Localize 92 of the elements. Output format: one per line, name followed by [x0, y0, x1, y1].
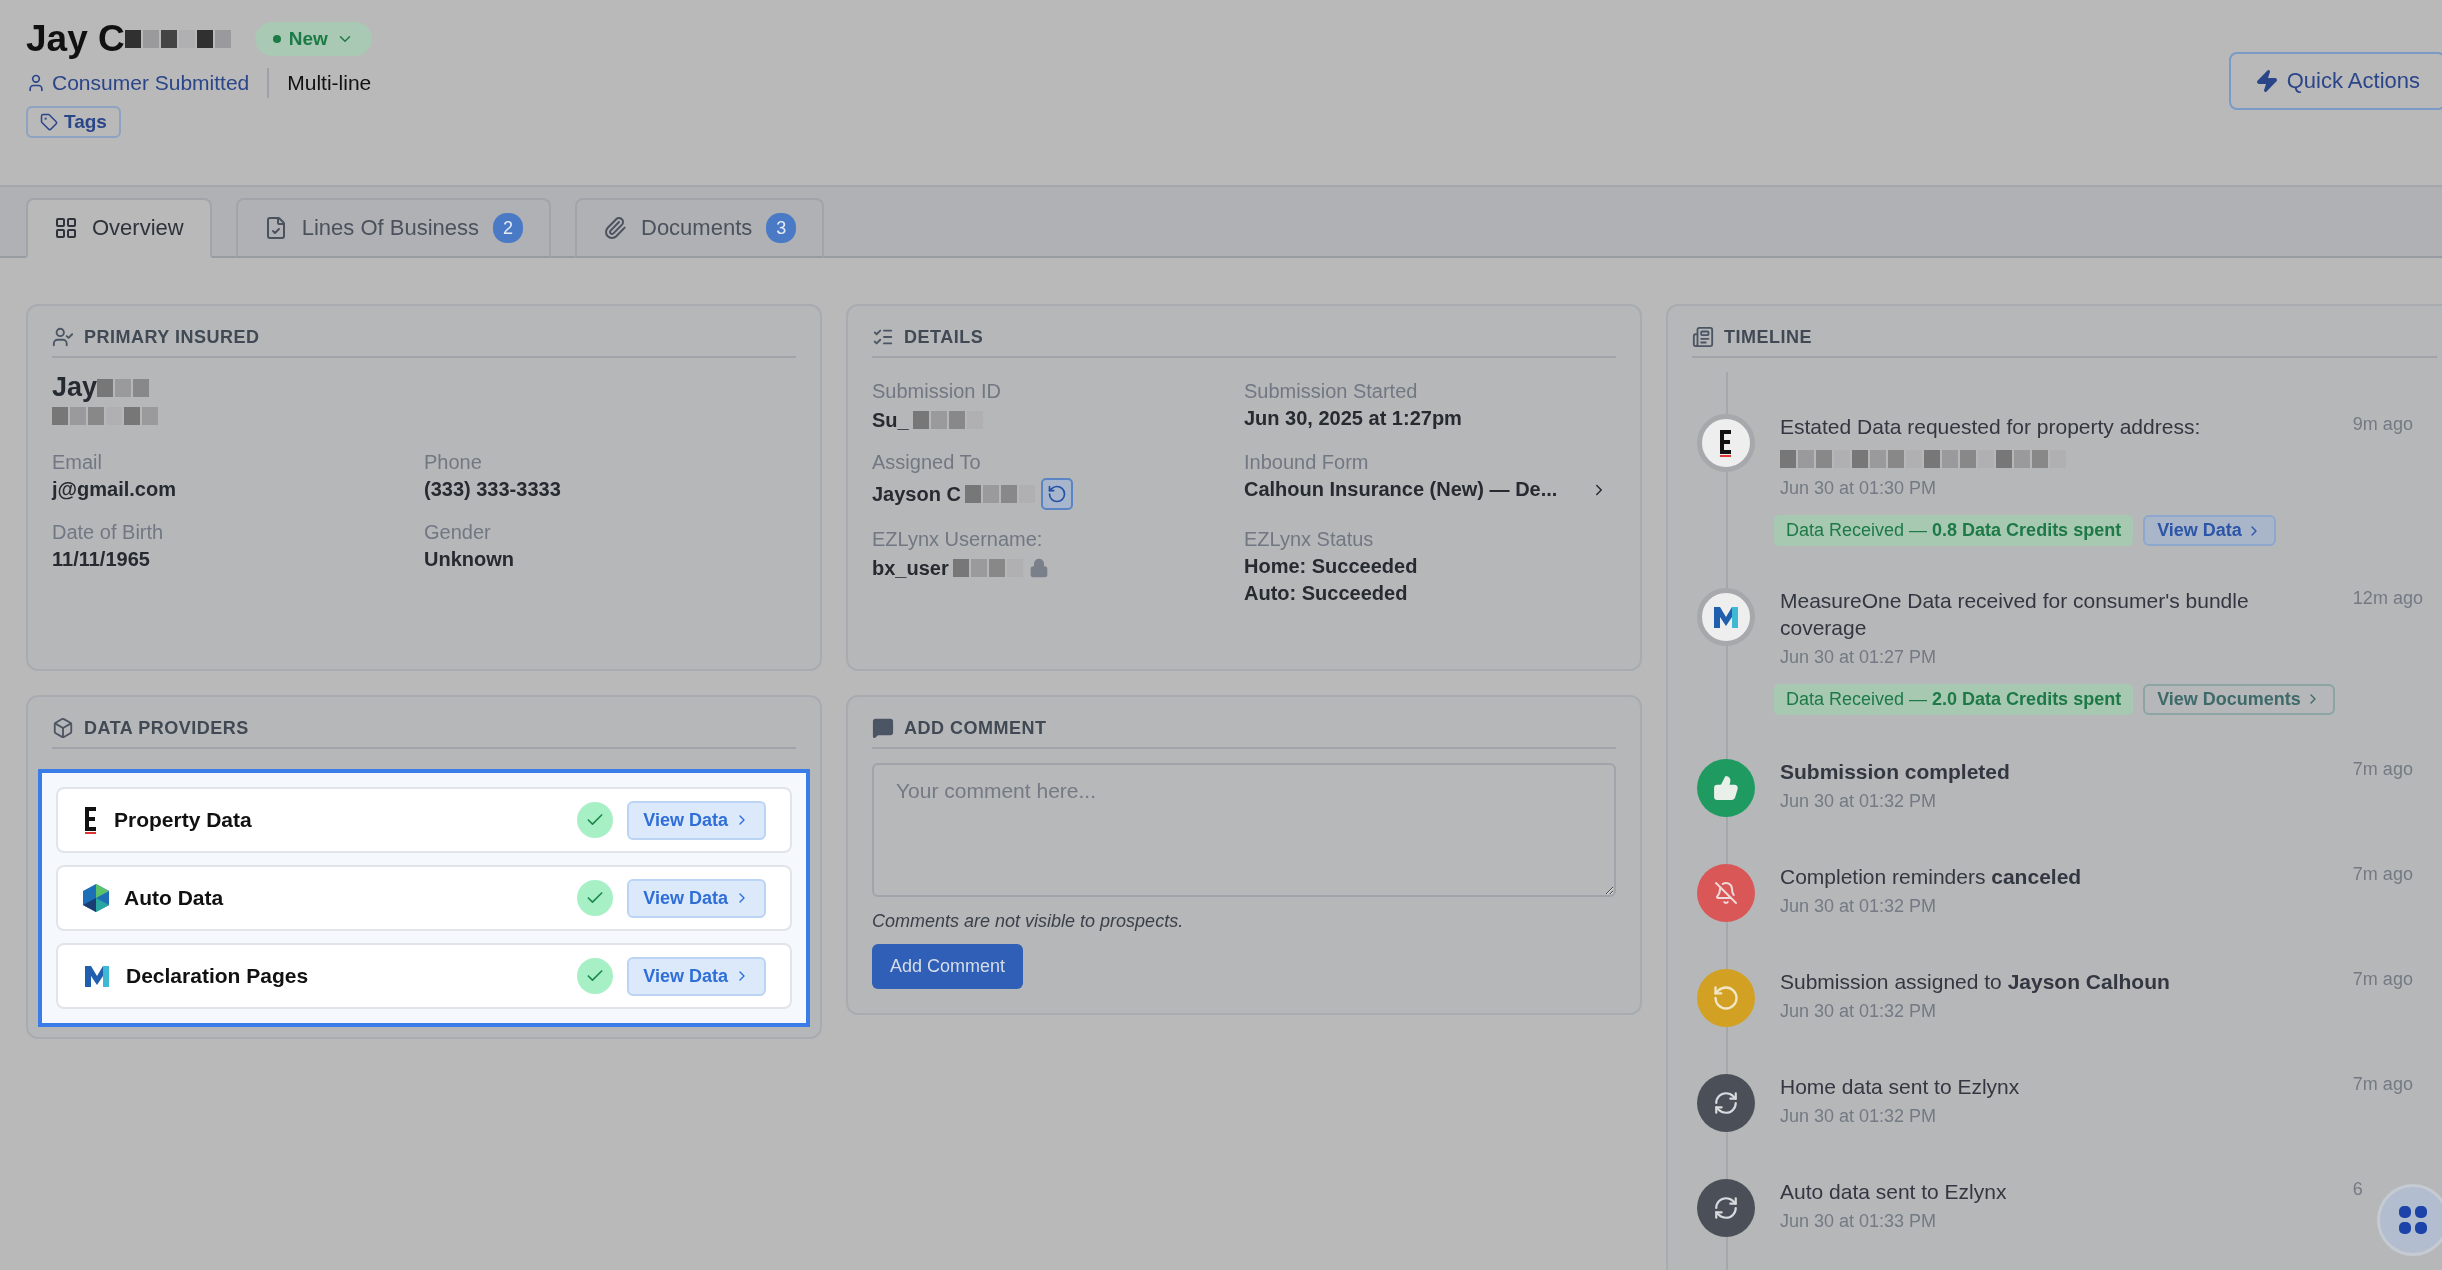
field-value: Jun 30, 2025 at 1:27pm	[1244, 407, 1462, 430]
event-time: 7m ago	[2352, 758, 2413, 779]
event-text: MeasureOne Data received for consumer's bundle coverage	[1780, 588, 2250, 641]
submission-name: Jay C	[26, 18, 125, 60]
field-value: Jayson C	[872, 482, 961, 506]
box-icon	[52, 717, 74, 739]
message-icon	[872, 717, 894, 739]
lock-icon	[1028, 558, 1049, 578]
count-badge: 2	[493, 213, 523, 243]
reassign-user-icon	[1697, 968, 1755, 1027]
status-dropdown[interactable]: New	[254, 22, 372, 56]
comment-note: Comments are not visible to prospects.	[872, 911, 1185, 932]
event-date: Jun 30 at 01:27 PM	[1780, 646, 1938, 668]
tab[interactable]: Overview	[26, 198, 212, 258]
event-date: Jun 30 at 01:32 PM	[1780, 1001, 1938, 1022]
lightning-icon	[2254, 69, 2279, 93]
newspaper-icon	[1692, 326, 1714, 348]
event-text: Home data sent to Ezlynx	[1780, 1073, 2021, 1100]
add-comment-button[interactable]: Add Comment	[872, 944, 1024, 989]
insured-name: Jay	[52, 372, 98, 403]
field-label: Date of Birth	[52, 521, 165, 544]
field-value: 11/11/1965	[52, 548, 151, 571]
field-label: Phone	[424, 451, 483, 474]
thumbs-up-icon	[1697, 758, 1755, 817]
tab[interactable]: Lines Of Business 2	[235, 198, 551, 258]
event-text: Estated Data requested for property address:	[1780, 414, 2202, 440]
card-title: DATA PROVIDERS	[84, 717, 249, 739]
event-text: Submission completed	[1780, 758, 2011, 785]
event-time: 7m ago	[2352, 863, 2413, 884]
tab[interactable]: Documents 3	[575, 198, 825, 258]
event-text: Submission assigned to Jayson Calhoun	[1780, 968, 2171, 995]
event-text: Completion reminders canceled	[1780, 863, 2083, 890]
view-data-button[interactable]: View Data	[627, 956, 766, 996]
event-date: Jun 30 at 01:30 PM	[1780, 478, 1938, 500]
provider-name: Auto Data	[124, 886, 225, 910]
inbound-form-link[interactable]: Calhoun Insurance (New) — De...	[1244, 478, 1616, 501]
field-label: Submission Started	[1244, 380, 1419, 403]
view-data-button[interactable]: View Data	[627, 878, 766, 918]
field-label: EZLynx Username:	[872, 528, 1044, 551]
view-data-button[interactable]: View Data	[2143, 515, 2276, 547]
field-value: Su_	[872, 408, 909, 432]
field-label: EZLynx Status	[1244, 528, 1375, 551]
tag-icon	[40, 113, 58, 131]
grid-icon	[2397, 1204, 2428, 1235]
card-title: PRIMARY INSURED	[84, 326, 260, 348]
event-time: 9m ago	[2352, 414, 2413, 434]
field-value: (333) 333-3333	[424, 478, 562, 501]
field-value: Auto: Succeeded	[1244, 582, 1408, 605]
provider-name: Declaration Pages	[126, 964, 310, 988]
card-title: DETAILS	[904, 326, 984, 348]
grid-icon	[54, 216, 78, 240]
field-label: Email	[52, 451, 103, 474]
refresh-icon	[1697, 1073, 1755, 1132]
source-link[interactable]: Consumer Submitted	[26, 71, 250, 95]
provider-name: Property Data	[114, 808, 253, 832]
event-time: 6	[2352, 1178, 2363, 1199]
field-label: Gender	[424, 521, 492, 544]
rotate-icon	[1046, 484, 1067, 504]
comment-field[interactable]: Your comment here...	[872, 763, 1616, 897]
status-dot	[272, 35, 281, 43]
event-time: 7m ago	[2352, 968, 2413, 989]
user-icon	[26, 73, 46, 93]
event-date: Jun 30 at 01:33 PM	[1780, 1211, 1938, 1232]
view-data-button[interactable]: View Data	[627, 800, 766, 840]
credits-badge: Data Received — 0.8 Data Credits spent	[1774, 515, 2134, 547]
field-value: bx_user	[872, 556, 949, 580]
reassign-button[interactable]	[1040, 478, 1073, 510]
event-date: Jun 30 at 01:32 PM	[1780, 896, 1938, 917]
hexagon-logo-icon	[82, 883, 110, 913]
view-documents-button[interactable]: View Documents	[2143, 683, 2335, 715]
field-value: j@gmail.com	[52, 478, 177, 501]
submission-type: Multi-line	[287, 71, 372, 95]
event-date: Jun 30 at 01:32 PM	[1780, 1106, 1938, 1127]
tags-button[interactable]: Tags	[26, 106, 121, 138]
event-time: 7m ago	[2352, 1073, 2413, 1094]
user-check-icon	[52, 326, 74, 348]
count-badge: 3	[766, 213, 797, 243]
field-label: Inbound Form	[1244, 451, 1370, 474]
refresh-icon	[1697, 1178, 1755, 1237]
event-text: Auto data sent to Ezlynx	[1780, 1178, 2008, 1205]
field-label: Assigned To	[872, 451, 982, 474]
field-value: Unknown	[424, 548, 515, 571]
quick-actions-button[interactable]: Quick Actions	[2228, 52, 2442, 110]
event-time: 12m ago	[2352, 588, 2423, 609]
event-date: Jun 30 at 01:32 PM	[1780, 791, 1938, 812]
card-title: TIMELINE	[1724, 326, 1812, 348]
field-label: Submission ID	[872, 380, 1002, 403]
field-value: Home: Succeeded	[1244, 555, 1418, 578]
bell-off-icon	[1697, 863, 1755, 922]
paperclip-icon	[603, 216, 627, 240]
credits-badge: Data Received — 2.0 Data Credits spent	[1774, 683, 2134, 715]
card-title: ADD COMMENT	[904, 717, 1047, 739]
